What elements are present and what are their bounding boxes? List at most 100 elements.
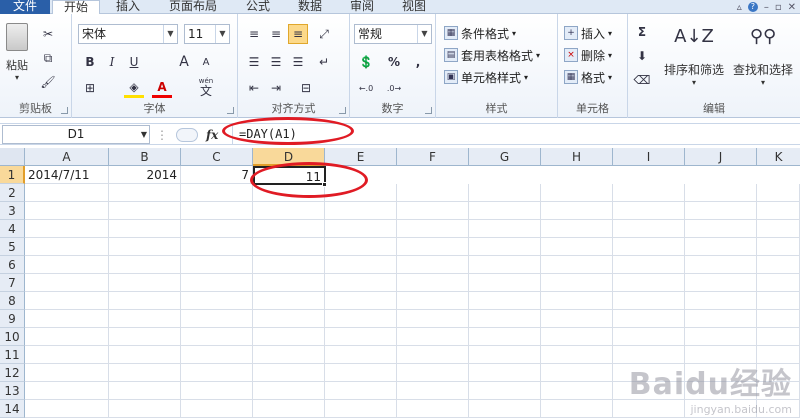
grid-cell[interactable] — [253, 400, 325, 418]
tab-insert[interactable]: 插入 — [108, 0, 148, 14]
column-header-h[interactable]: H — [541, 148, 613, 166]
grid-cell[interactable] — [181, 328, 253, 346]
column-header-c[interactable]: C — [181, 148, 253, 166]
percent-button[interactable]: % — [384, 52, 404, 72]
grid-cell[interactable] — [469, 292, 541, 310]
grid-cell[interactable] — [325, 328, 397, 346]
grid-cell[interactable] — [109, 310, 181, 328]
grid-cell[interactable] — [397, 364, 469, 382]
row-header-3[interactable]: 3 — [0, 202, 25, 220]
increase-indent-icon[interactable]: ⇥ — [266, 78, 286, 98]
decrease-decimal-icon[interactable]: .0→ — [384, 78, 404, 98]
clipboard-launcher-icon[interactable] — [61, 107, 68, 114]
grid-cell[interactable] — [253, 220, 325, 238]
insert-cells-button[interactable]: + 插入 ▾ — [564, 24, 612, 42]
column-header-b[interactable]: B — [109, 148, 181, 166]
grid-cell[interactable] — [757, 310, 800, 328]
delete-cells-button[interactable]: × 删除 ▾ — [564, 46, 612, 64]
grid-cell[interactable] — [469, 328, 541, 346]
grid-cell[interactable] — [253, 382, 325, 400]
grid-cell[interactable] — [397, 328, 469, 346]
grow-font-button[interactable]: A — [174, 52, 194, 72]
grid-cell[interactable] — [757, 274, 800, 292]
tab-file[interactable]: 文件 — [0, 0, 50, 14]
tab-page-layout[interactable]: 页面布局 — [160, 0, 226, 14]
grid-cell[interactable] — [253, 364, 325, 382]
grid-cell[interactable] — [541, 364, 613, 382]
increase-decimal-icon[interactable]: ←.0 — [356, 78, 376, 98]
grid-cell[interactable] — [397, 292, 469, 310]
number-launcher-icon[interactable] — [425, 107, 432, 114]
grid-cell[interactable] — [757, 328, 800, 346]
grid-cell[interactable] — [181, 274, 253, 292]
row-header-2[interactable]: 2 — [0, 184, 25, 202]
grid-cell[interactable] — [253, 310, 325, 328]
row-header-9[interactable]: 9 — [0, 310, 25, 328]
grid-cell[interactable] — [181, 202, 253, 220]
row-header-10[interactable]: 10 — [0, 328, 25, 346]
grid-cell[interactable] — [541, 292, 613, 310]
row-header-6[interactable]: 6 — [0, 256, 25, 274]
border-icon[interactable]: ⊞ — [80, 78, 100, 98]
grid-cell[interactable] — [469, 202, 541, 220]
font-launcher-icon[interactable] — [227, 107, 234, 114]
grid-cell[interactable] — [109, 238, 181, 256]
grid-cell[interactable] — [685, 310, 757, 328]
grid-cell[interactable] — [469, 346, 541, 364]
number-format-select[interactable]: 常规 ▼ — [354, 24, 432, 44]
grid-cell[interactable] — [397, 238, 469, 256]
grid-cell[interactable] — [181, 346, 253, 364]
column-header-i[interactable]: I — [613, 148, 685, 166]
cell-b1[interactable]: 2014 — [109, 166, 181, 184]
grid-cell[interactable] — [613, 184, 685, 202]
grid-cell[interactable] — [325, 310, 397, 328]
grid-cell[interactable] — [397, 346, 469, 364]
grid-cell[interactable] — [253, 238, 325, 256]
row-header-11[interactable]: 11 — [0, 346, 25, 364]
grid-cell[interactable] — [25, 364, 109, 382]
grid-cell[interactable] — [469, 238, 541, 256]
align-center-icon[interactable]: ☰ — [266, 52, 286, 72]
grid-cell[interactable] — [109, 382, 181, 400]
grid-cell[interactable] — [325, 256, 397, 274]
grid-cell[interactable] — [685, 184, 757, 202]
grid-cell[interactable] — [181, 382, 253, 400]
grid-cell[interactable] — [253, 328, 325, 346]
grid-cell[interactable] — [325, 238, 397, 256]
window-restore-icon[interactable]: ▫ — [775, 2, 782, 13]
grid-cell[interactable] — [541, 274, 613, 292]
row-header-8[interactable]: 8 — [0, 292, 25, 310]
align-bottom-icon[interactable]: ≡ — [288, 24, 308, 44]
align-right-icon[interactable]: ☰ — [288, 52, 308, 72]
row-header-1[interactable]: 1 — [0, 166, 25, 184]
row-header-5[interactable]: 5 — [0, 238, 25, 256]
decrease-indent-icon[interactable]: ⇤ — [244, 78, 264, 98]
row-header-12[interactable]: 12 — [0, 364, 25, 382]
grid-cell[interactable] — [685, 238, 757, 256]
tab-review[interactable]: 审阅 — [342, 0, 382, 14]
fill-color-icon[interactable]: ◈ — [124, 78, 144, 98]
help-icon[interactable]: ? — [747, 2, 758, 12]
grid-cell[interactable] — [469, 400, 541, 418]
grid-cell[interactable] — [253, 274, 325, 292]
grid-cell[interactable] — [685, 202, 757, 220]
merge-center-icon[interactable]: ⊟ — [296, 78, 316, 98]
grid-cell[interactable] — [469, 256, 541, 274]
tab-view[interactable]: 视图 — [394, 0, 434, 14]
grid-cell[interactable] — [541, 202, 613, 220]
grid-cell[interactable] — [181, 238, 253, 256]
grid-cell[interactable] — [25, 220, 109, 238]
align-left-icon[interactable]: ☰ — [244, 52, 264, 72]
grid-cell[interactable] — [397, 184, 469, 202]
grid-cell[interactable] — [757, 202, 800, 220]
grid-cell[interactable] — [613, 328, 685, 346]
row-header-13[interactable]: 13 — [0, 382, 25, 400]
column-header-j[interactable]: J — [685, 148, 757, 166]
grid-cell[interactable] — [109, 400, 181, 418]
grid-cell[interactable] — [109, 220, 181, 238]
grid-cell[interactable] — [469, 382, 541, 400]
window-minimize-icon[interactable]: – — [764, 2, 769, 13]
grid-cell[interactable] — [613, 202, 685, 220]
column-header-k[interactable]: K — [757, 148, 800, 166]
window-close-icon[interactable]: ✕ — [788, 2, 796, 13]
